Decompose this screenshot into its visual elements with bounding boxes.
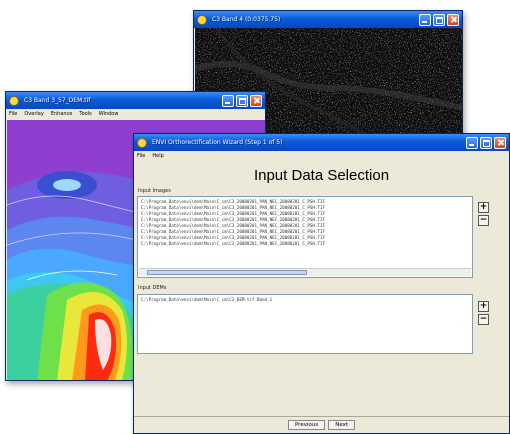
- dem-window-title: C3 Band 3_57_DEM.tif: [24, 97, 91, 104]
- envi-app-icon: [137, 137, 147, 148]
- dem-window-titlebar[interactable]: C3 Band 3_57_DEM.tif: [6, 92, 265, 109]
- dem-menubar: File Overlay Enhance Tools Window: [6, 109, 265, 119]
- add-image-button[interactable]: +: [478, 202, 489, 213]
- minimize-icon[interactable]: [222, 94, 234, 107]
- remove-dem-button[interactable]: −: [478, 314, 489, 325]
- wizard-body: Input Data Selection Input Images C:\Pro…: [134, 161, 509, 433]
- scrollbar-thumb[interactable]: [147, 270, 307, 275]
- close-icon[interactable]: [494, 136, 506, 149]
- menu-file[interactable]: File: [137, 153, 145, 159]
- maximize-icon[interactable]: [480, 136, 492, 149]
- input-images-list[interactable]: C:\Program_Data\envi\dem\Main\C_cm\C3_20…: [137, 196, 473, 278]
- remove-image-button[interactable]: −: [478, 215, 489, 226]
- maximize-icon[interactable]: [236, 94, 248, 107]
- minimize-icon[interactable]: [419, 13, 431, 26]
- menu-enhance[interactable]: Enhance: [51, 111, 73, 117]
- wizard-window[interactable]: ENVI Orthorectification Wizard (Step 1 o…: [133, 133, 510, 434]
- image-window-titlebar[interactable]: C3 Band 4 (0:0375.75): [194, 11, 462, 28]
- page-title: Input Data Selection: [253, 167, 390, 184]
- list-item[interactable]: C:\Program_Data\envi\dem\Main\C_cm\C3_20…: [141, 241, 469, 247]
- envi-app-icon: [197, 14, 207, 25]
- image-window-title: C3 Band 4 (0:0375.75): [212, 16, 281, 23]
- input-images-label: Input Images: [138, 188, 171, 194]
- add-dem-button[interactable]: +: [478, 301, 489, 312]
- close-icon[interactable]: [447, 13, 459, 26]
- menu-help[interactable]: Help: [152, 153, 163, 159]
- minimize-icon[interactable]: [466, 136, 478, 149]
- menu-window[interactable]: Window: [99, 111, 119, 117]
- menu-tools[interactable]: Tools: [79, 111, 91, 117]
- wizard-window-title: ENVI Orthorectification Wizard (Step 1 o…: [152, 139, 283, 146]
- wizard-nav-bar: Previous Next: [134, 416, 509, 433]
- input-images-scrollbar[interactable]: [139, 268, 471, 276]
- next-button[interactable]: Next: [328, 420, 356, 430]
- list-item[interactable]: C:\Program_Data\envi\dem\Main\C_cm\C3_DE…: [141, 297, 469, 303]
- maximize-icon[interactable]: [433, 13, 445, 26]
- input-dems-list[interactable]: C:\Program_Data\envi\dem\Main\C_cm\C3_DE…: [137, 294, 473, 354]
- previous-button[interactable]: Previous: [287, 420, 326, 430]
- wizard-window-titlebar[interactable]: ENVI Orthorectification Wizard (Step 1 o…: [134, 134, 509, 151]
- menu-file[interactable]: File: [9, 111, 17, 117]
- close-icon[interactable]: [250, 94, 262, 107]
- wizard-menubar: File Help: [134, 151, 509, 161]
- envi-app-icon: [9, 95, 19, 106]
- input-dems-label: Input DEMs: [138, 285, 167, 291]
- menu-overlay[interactable]: Overlay: [24, 111, 43, 117]
